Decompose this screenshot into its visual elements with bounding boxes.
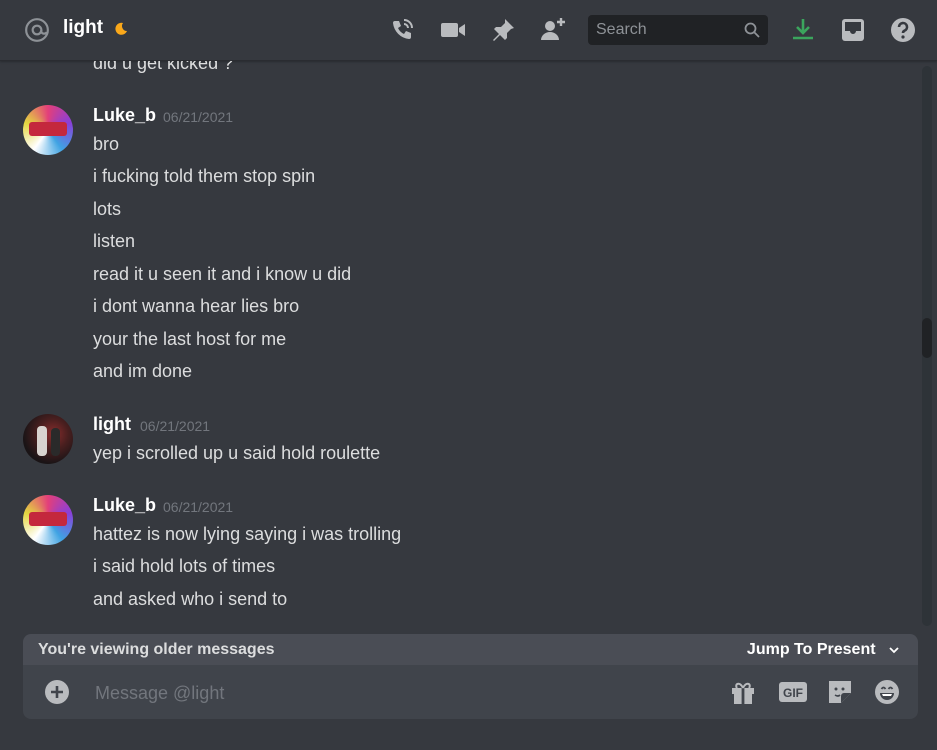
gif-button[interactable]: GIF [778, 678, 808, 706]
search-box[interactable] [588, 15, 768, 45]
older-messages-bar: You're viewing older messages Jump To Pr… [23, 634, 918, 668]
older-messages-text: You're viewing older messages [38, 641, 275, 658]
video-icon[interactable] [439, 16, 467, 44]
message-line: listen [93, 231, 136, 251]
pin-icon[interactable] [489, 16, 517, 44]
avatar[interactable] [23, 495, 73, 545]
at-icon [25, 18, 49, 42]
jump-to-present-label: Jump To Present [746, 641, 876, 658]
sticker-icon[interactable] [826, 678, 854, 706]
inbox-icon[interactable] [839, 16, 867, 44]
message-input[interactable] [93, 677, 697, 709]
author-name[interactable]: light [93, 414, 131, 435]
message-line: i dont wanna hear lies bro [93, 296, 300, 316]
message-timestamp: 06/21/2021 [163, 499, 234, 515]
message-line: did u get kicked ? [93, 61, 234, 73]
message-list[interactable]: did u get kicked ? Luke_b 06/21/2021 bro… [0, 61, 915, 634]
message-line: your the last host for me [93, 329, 287, 349]
jump-to-present-button[interactable]: Jump To Present [747, 641, 900, 659]
message-line: read it u seen it and i know u did [93, 264, 352, 284]
message-line: and asked who i send to [93, 589, 288, 609]
avatar[interactable] [23, 414, 73, 464]
help-icon[interactable] [889, 16, 917, 44]
author-name[interactable]: Luke_b [93, 495, 156, 516]
message-line: i said hold lots of times [93, 556, 276, 576]
message-line: lots [93, 199, 122, 219]
add-friend-icon[interactable] [539, 16, 567, 44]
call-icon[interactable] [388, 16, 416, 44]
search-icon[interactable] [744, 22, 760, 38]
message-timestamp: 06/21/2021 [163, 109, 234, 125]
download-icon[interactable] [789, 16, 817, 44]
channel-name: light [63, 17, 104, 38]
message-timestamp: 06/21/2021 [140, 418, 211, 434]
gif-label: GIF [783, 686, 803, 700]
scrollbar-thumb[interactable] [922, 318, 932, 358]
message-line: hattez is now lying saying i was trollin… [93, 524, 402, 544]
message-line: and im done [93, 361, 193, 381]
emoji-icon[interactable] [873, 678, 901, 706]
gift-icon[interactable] [729, 678, 757, 706]
message-line: bro [93, 134, 120, 154]
author-name[interactable]: Luke_b [93, 105, 156, 126]
message-composer: GIF [23, 665, 918, 719]
message-line: yep i scrolled up u said hold roulette [93, 443, 381, 463]
avatar[interactable] [23, 105, 73, 155]
moon-icon [115, 22, 127, 35]
chevron-down-icon [889, 647, 899, 654]
message-line: i fucking told them stop spin [93, 166, 316, 186]
add-attachment-icon[interactable] [44, 679, 70, 705]
channel-header: light [0, 0, 937, 61]
search-input[interactable] [588, 15, 728, 45]
